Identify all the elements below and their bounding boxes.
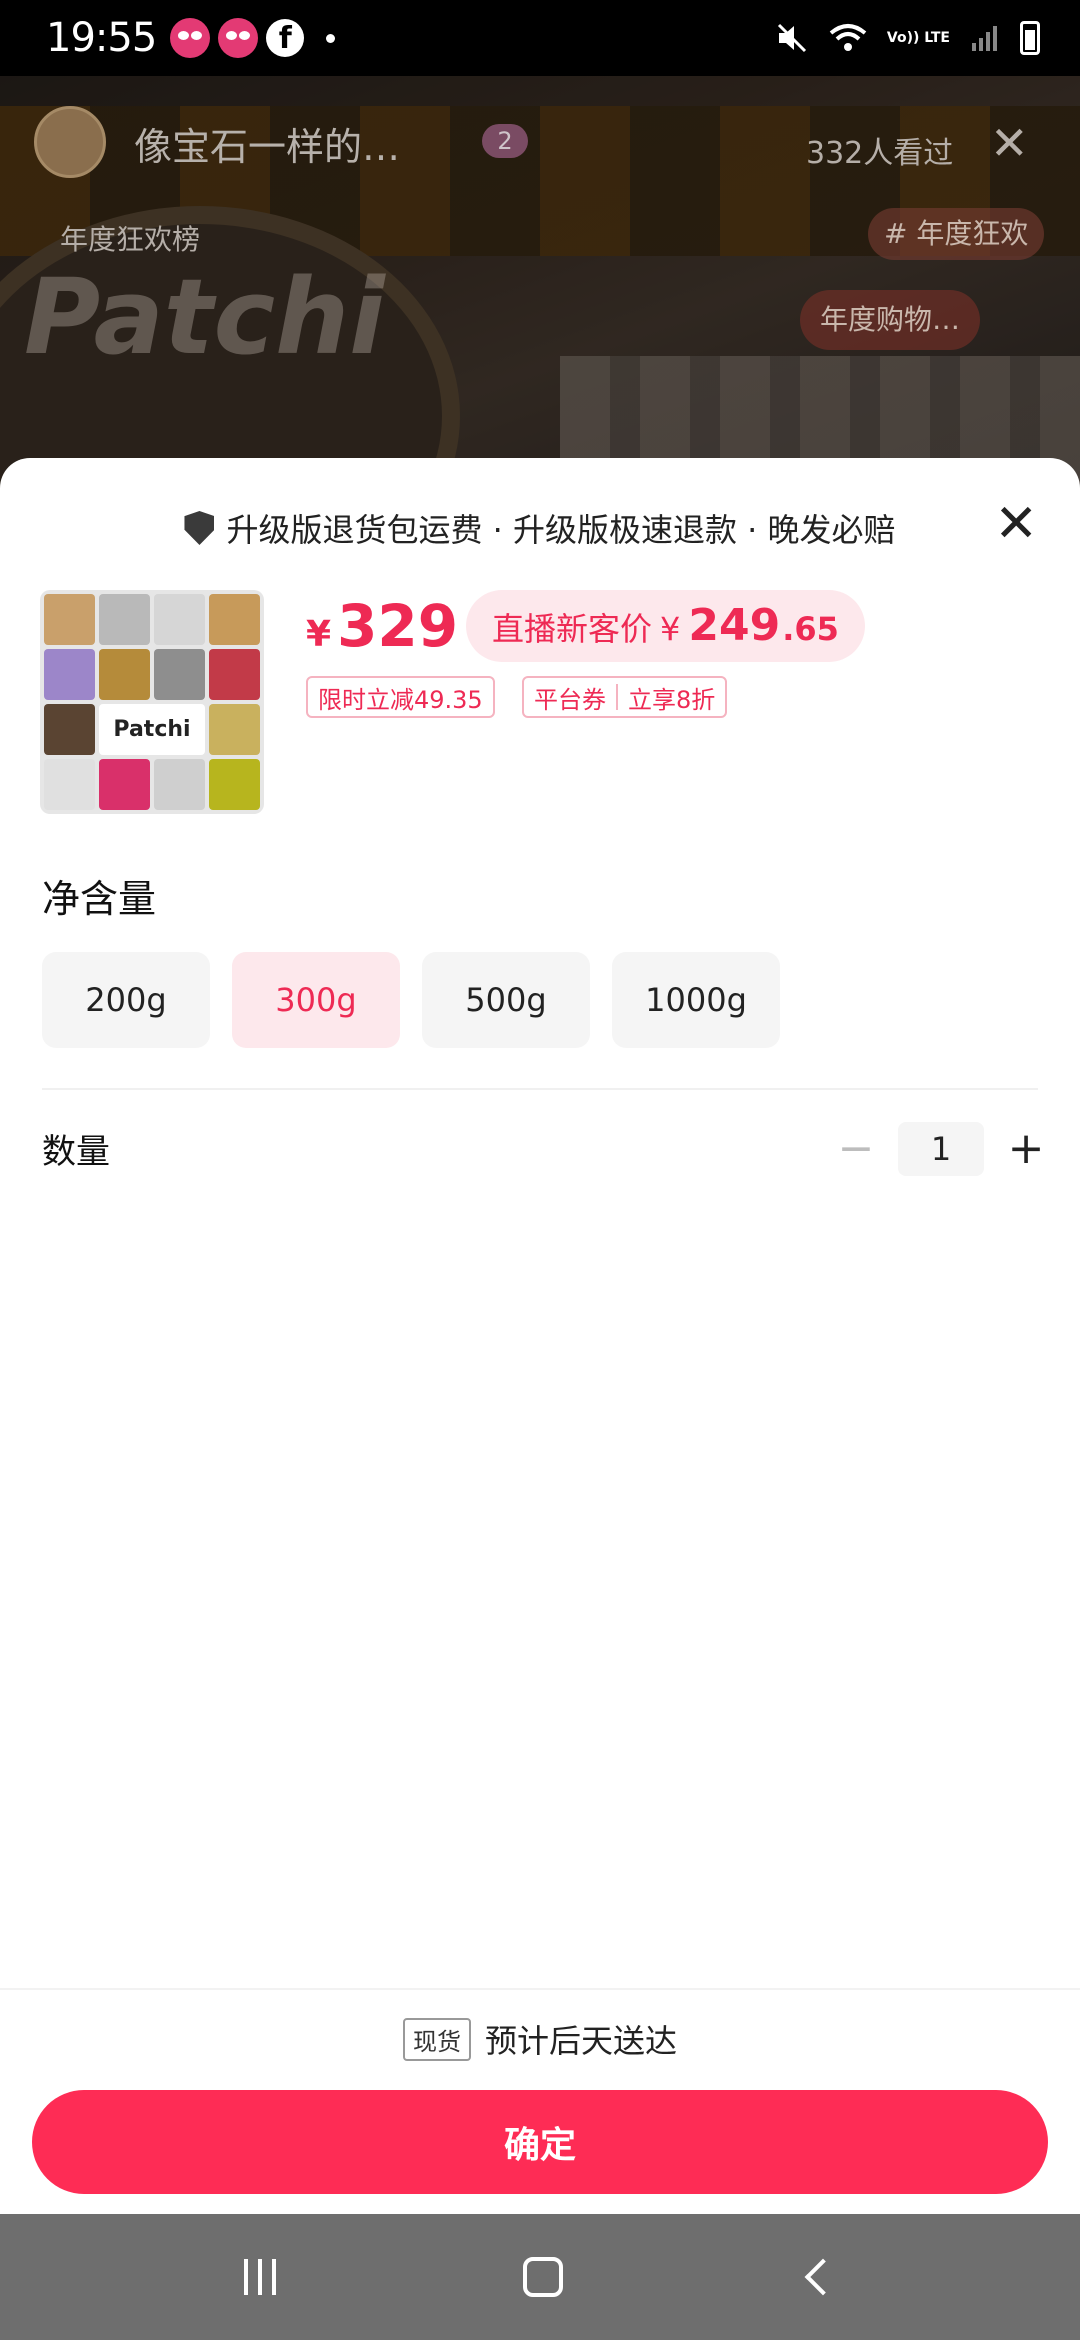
- spec-option-300g[interactable]: 300g: [232, 952, 400, 1048]
- thumb-cell: [44, 759, 95, 810]
- in-stock-badge: 现货: [402, 2017, 471, 2061]
- topic-tag: # 年度狂欢: [868, 208, 1045, 260]
- signal-icon: [972, 26, 997, 51]
- battery-icon: [1020, 21, 1040, 55]
- thumb-cell: [44, 649, 95, 700]
- quantity-stepper: − 1 +: [836, 1122, 1046, 1176]
- spec-option-500g[interactable]: 500g: [422, 952, 590, 1048]
- panda-icon: [218, 18, 259, 58]
- navigation-bar: [0, 2214, 1080, 2340]
- host-avatar: [34, 106, 106, 178]
- screen: 19:55 f Vo)) LTE 像宝石一样的… 2 332人看过 ✕ 年度狂欢…: [0, 0, 1080, 2340]
- new-customer-label: 直播新客价: [492, 610, 653, 648]
- thumb-cell: [99, 759, 150, 810]
- shield-check-icon: [184, 511, 215, 545]
- thumb-cell: [154, 759, 205, 810]
- recent-apps-icon[interactable]: [243, 2259, 276, 2295]
- sku-selector-sheet: 升级版退货包运费 · 升级版极速退款 · 晚发必赔 ✕ Patchi ¥329 …: [0, 458, 1080, 2214]
- spec-option-200g[interactable]: 200g: [42, 952, 210, 1048]
- coupon-tag-a: 平台券: [534, 685, 606, 714]
- thumb-cell: [44, 704, 95, 755]
- delivery-estimate: 预计后天送达: [484, 2022, 677, 2060]
- quantity-label: 数量: [42, 1132, 110, 1172]
- new-customer-price-dec: .65: [782, 610, 839, 648]
- thumb-cell: [44, 594, 95, 645]
- wifi-icon: [829, 24, 867, 51]
- discount-tag: 限时立减49.35: [306, 676, 495, 718]
- mute-icon: [777, 23, 806, 53]
- divider: [42, 1088, 1038, 1090]
- currency-symbol: ¥: [306, 614, 332, 655]
- fan-level-badge: 2: [482, 124, 528, 158]
- live-close-icon: ✕: [990, 116, 1029, 170]
- delivery-info: 现货 预计后天送达: [0, 2014, 1080, 2064]
- thumb-cell: [154, 649, 205, 700]
- guarantee-text: 升级版退货包运费 · 升级版极速退款 · 晚发必赔: [226, 511, 896, 549]
- coupon-tag: 平台券 立享8折: [522, 676, 728, 718]
- status-bar: 19:55 f Vo)) LTE: [0, 0, 1080, 76]
- price: ¥329: [306, 592, 458, 660]
- decrease-button[interactable]: −: [836, 1122, 876, 1176]
- quantity-input[interactable]: 1: [898, 1122, 984, 1176]
- more-notifications-dot-icon: [326, 33, 336, 43]
- thumb-cell: [209, 759, 260, 810]
- brand-watermark: Patchi: [24, 256, 385, 378]
- rank-label: 年度狂欢榜: [60, 223, 201, 256]
- volte-indicator: Vo)) LTE: [886, 30, 950, 46]
- confirm-button[interactable]: 确定: [32, 2090, 1048, 2194]
- new-customer-currency: ¥: [660, 610, 681, 648]
- host-name: 像宝石一样的…: [134, 125, 401, 169]
- thumb-brand-logo: Patchi: [99, 704, 205, 755]
- new-customer-price: 直播新客价 ¥ 249 .65: [466, 590, 865, 662]
- panda-icon: [170, 18, 211, 58]
- thumb-cell: [209, 704, 260, 755]
- viewer-count: 332人看过: [806, 136, 954, 171]
- new-customer-price-int: 249: [688, 600, 781, 651]
- home-icon[interactable]: [522, 2257, 563, 2297]
- live-stream-background: 像宝石一样的… 2 332人看过 ✕ 年度狂欢榜 # 年度狂欢 Patchi 年…: [0, 76, 1080, 626]
- back-icon[interactable]: [804, 2258, 842, 2296]
- thumb-cell: [154, 594, 205, 645]
- close-icon[interactable]: ✕: [994, 494, 1038, 554]
- spec-options: 200g 300g 500g 1000g: [42, 952, 780, 1048]
- price-value: 329: [337, 592, 459, 660]
- promo-tag: 年度购物…: [800, 290, 981, 350]
- spec-option-1000g[interactable]: 1000g: [612, 952, 780, 1048]
- increase-button[interactable]: +: [1006, 1122, 1046, 1176]
- coupon-tag-b: 立享8折: [628, 685, 716, 714]
- notification-icons: f: [170, 18, 336, 58]
- footer-divider: [0, 1988, 1080, 1990]
- thumb-cell: [209, 594, 260, 645]
- system-icons: Vo)) LTE: [775, 21, 1040, 55]
- facebook-icon: f: [266, 19, 305, 57]
- status-time: 19:55: [46, 15, 157, 61]
- tag-divider: [616, 684, 618, 710]
- spec-title: 净含量: [42, 877, 157, 921]
- service-guarantee: 升级版退货包运费 · 升级版极速退款 · 晚发必赔: [0, 498, 1080, 558]
- thumb-cell: [99, 594, 150, 645]
- product-thumbnail[interactable]: Patchi: [40, 590, 264, 814]
- thumb-cell: [99, 649, 150, 700]
- thumb-cell: [209, 649, 260, 700]
- discount-tag-text: 限时立减49.35: [318, 685, 483, 714]
